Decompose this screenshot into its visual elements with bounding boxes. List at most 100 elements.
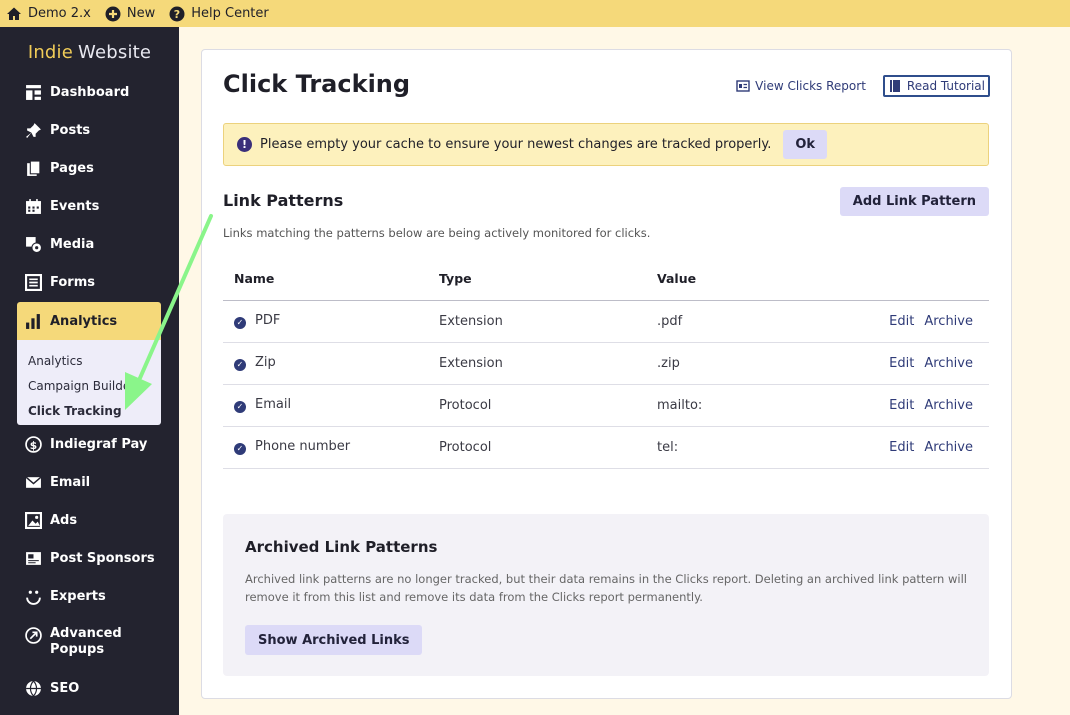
- main-card: Click Tracking View Clicks Report Read T…: [201, 49, 1012, 699]
- brand-part2: Website: [78, 41, 152, 63]
- sidebar-item-label: Events: [50, 198, 100, 214]
- forms-icon: [25, 273, 42, 291]
- help-center-link[interactable]: ? Help Center: [169, 6, 269, 22]
- top-bar: Demo 2.x New ? Help Center: [0, 0, 1070, 27]
- sidebar: Indie Website Dashboard Posts Pages Even…: [0, 27, 179, 715]
- pattern-type: Extension: [439, 300, 657, 343]
- sidebar-item-post-sponsors[interactable]: Post Sponsors: [17, 539, 161, 577]
- new-label: New: [126, 6, 156, 21]
- check-circle-icon: ✓: [234, 317, 246, 329]
- exclamation-icon: !: [237, 137, 252, 152]
- table-row: ✓ Zip Extension .zip Edit Archive: [223, 342, 989, 385]
- column-header-type: Type: [439, 257, 657, 301]
- pattern-type: Protocol: [439, 384, 657, 427]
- submenu-item-click-tracking[interactable]: Click Tracking: [17, 399, 161, 424]
- read-tutorial-link[interactable]: Read Tutorial: [882, 75, 990, 97]
- analytics-submenu: Analytics Campaign Builder Click Trackin…: [17, 340, 161, 425]
- sidebar-item-experts[interactable]: Experts: [17, 577, 161, 615]
- sidebar-item-forms[interactable]: Forms: [17, 263, 161, 301]
- sidebar-item-analytics[interactable]: Analytics: [17, 302, 161, 340]
- pattern-value: mailto:: [657, 384, 877, 427]
- pattern-name: Email: [255, 397, 292, 412]
- cache-alert: ! Please empty your cache to ensure your…: [223, 123, 989, 166]
- sidebar-item-indiegraf-pay[interactable]: $ Indiegraf Pay: [17, 425, 161, 463]
- sidebar-item-label: Ads: [50, 512, 78, 528]
- submenu-item-campaign-builder[interactable]: Campaign Builder: [17, 374, 161, 399]
- book-icon: [889, 80, 900, 92]
- sidebar-item-label: Experts: [50, 588, 106, 604]
- sponsor-icon: [26, 551, 41, 565]
- link-patterns-heading: Link Patterns: [223, 191, 344, 210]
- table-header-row: Name Type Value: [223, 257, 989, 301]
- sidebar-item-seo[interactable]: SEO: [17, 669, 161, 707]
- sidebar-item-pages[interactable]: Pages: [17, 149, 161, 187]
- alert-text: Please empty your cache to ensure your n…: [260, 137, 772, 152]
- pages-icon: [27, 160, 41, 176]
- pattern-type: Protocol: [439, 426, 657, 469]
- sidebar-item-label: Email: [50, 474, 91, 490]
- sidebar-item-label: Analytics: [50, 313, 118, 329]
- report-icon: [736, 80, 750, 92]
- edit-link[interactable]: Edit: [889, 398, 914, 413]
- table-row: ✓ Phone number Protocol tel: Edit Archive: [223, 426, 989, 469]
- edit-link[interactable]: Edit: [889, 356, 914, 371]
- edit-link[interactable]: Edit: [889, 440, 914, 455]
- new-link[interactable]: New: [105, 6, 155, 22]
- site-home-link[interactable]: Demo 2.x: [6, 6, 91, 22]
- column-header-value: Value: [657, 257, 877, 301]
- sidebar-item-label: Forms: [50, 274, 95, 290]
- header-links: View Clicks Report Read Tutorial: [733, 75, 990, 97]
- archive-link[interactable]: Archive: [924, 440, 973, 455]
- sidebar-item-email[interactable]: Email: [17, 463, 161, 501]
- bar-chart-icon: [26, 313, 40, 329]
- view-clicks-report-label: View Clicks Report: [755, 79, 866, 93]
- experts-icon: [26, 590, 41, 605]
- pattern-name: PDF: [255, 313, 281, 328]
- submenu-item-analytics[interactable]: Analytics: [17, 349, 161, 374]
- sidebar-item-dashboard[interactable]: Dashboard: [17, 73, 161, 111]
- link-patterns-description: Links matching the patterns below are be…: [223, 226, 651, 240]
- dashboard-icon: [26, 84, 41, 100]
- calendar-icon: [26, 198, 41, 214]
- seo-icon: [26, 680, 41, 696]
- archived-description: Archived link patterns are no longer tra…: [245, 572, 967, 604]
- pattern-value: .pdf: [657, 300, 877, 343]
- sidebar-item-media[interactable]: Media: [17, 225, 161, 263]
- media-icon: [26, 236, 42, 253]
- sidebar-item-ads[interactable]: Ads: [17, 501, 161, 539]
- alert-ok-button[interactable]: Ok: [783, 130, 828, 159]
- ads-icon: [25, 511, 42, 529]
- check-circle-icon: ✓: [234, 401, 246, 413]
- column-header-name: Name: [223, 257, 439, 301]
- home-icon: [7, 7, 21, 20]
- sidebar-item-label: Posts: [50, 122, 91, 138]
- mail-icon: [25, 476, 42, 488]
- add-link-pattern-button[interactable]: Add Link Pattern: [839, 187, 989, 216]
- check-circle-icon: ✓: [234, 359, 246, 371]
- table-row: ✓ PDF Extension .pdf Edit Archive: [223, 300, 989, 343]
- sidebar-item-label: Indiegraf Pay: [50, 436, 148, 452]
- sidebar-item-advanced-popups[interactable]: Advanced Popups: [17, 624, 161, 664]
- column-header-actions: [877, 257, 989, 301]
- read-tutorial-label: Read Tutorial: [906, 79, 985, 93]
- help-icon: ?: [169, 6, 185, 21]
- sidebar-item-events[interactable]: Events: [17, 187, 161, 225]
- show-archived-links-button[interactable]: Show Archived Links: [245, 625, 423, 655]
- svg-text:$: $: [30, 438, 37, 451]
- pattern-type: Extension: [439, 342, 657, 385]
- sidebar-item-label: Media: [50, 236, 95, 252]
- help-label: Help Center: [191, 6, 269, 21]
- site-label: Demo 2.x: [28, 6, 91, 21]
- brand-logo[interactable]: Indie Website: [0, 27, 179, 77]
- page-title: Click Tracking: [223, 70, 411, 98]
- pattern-name: Zip: [255, 355, 276, 370]
- dollar-icon: $: [25, 435, 42, 453]
- archive-link[interactable]: Archive: [924, 314, 973, 329]
- sidebar-item-label: Dashboard: [50, 84, 130, 100]
- edit-link[interactable]: Edit: [889, 314, 914, 329]
- sidebar-item-posts[interactable]: Posts: [17, 111, 161, 149]
- archive-link[interactable]: Archive: [924, 356, 973, 371]
- sidebar-item-label: SEO: [50, 680, 80, 696]
- archive-link[interactable]: Archive: [924, 398, 973, 413]
- view-clicks-report-link[interactable]: View Clicks Report: [733, 77, 869, 95]
